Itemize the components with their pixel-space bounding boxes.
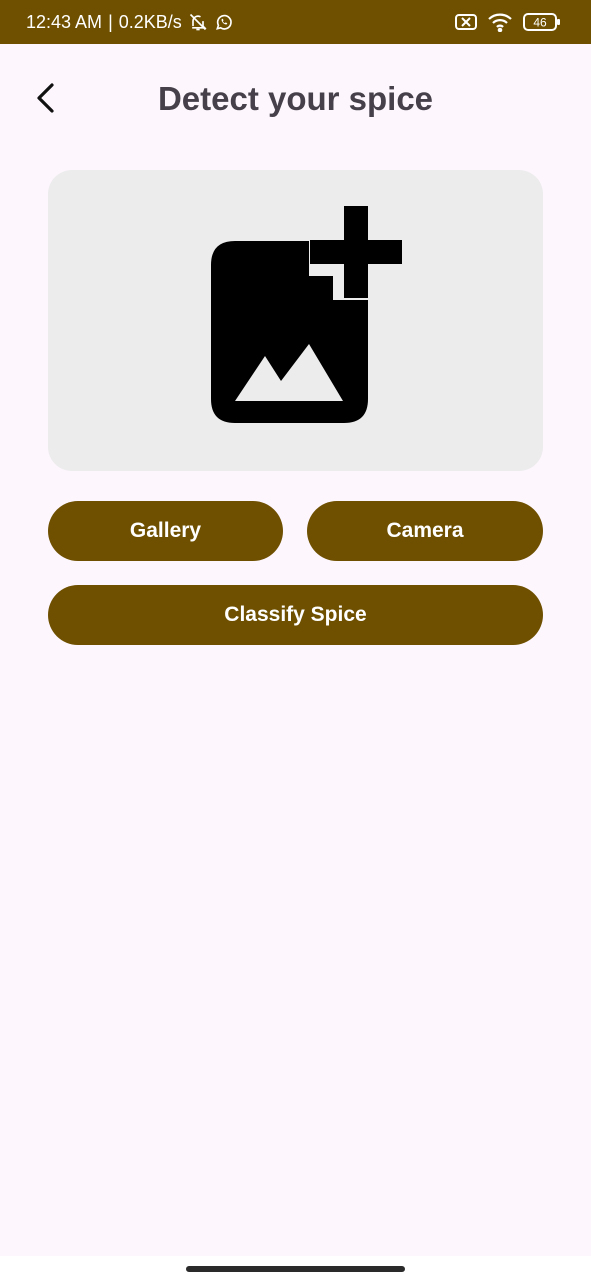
- image-picker-area[interactable]: [48, 170, 543, 471]
- status-separator: |: [108, 11, 113, 32]
- add-photo-icon: [210, 205, 402, 423]
- app-bar: Detect your spice: [0, 60, 591, 140]
- status-bar: 12:43 AM | 0.2KB/s 46: [0, 0, 591, 44]
- page-title: Detect your spice: [157, 80, 434, 117]
- status-network-speed: 0.2KB/s: [118, 11, 182, 32]
- battery-level: 46: [533, 16, 547, 30]
- status-time: 12:43 AM: [26, 11, 103, 32]
- bell-off-icon: [188, 12, 208, 32]
- whatsapp-icon: [214, 12, 234, 32]
- status-right: 46: [455, 12, 561, 32]
- classify-spice-button[interactable]: Classify Spice: [48, 585, 543, 645]
- gallery-button[interactable]: Gallery: [48, 501, 283, 561]
- home-indicator[interactable]: [186, 1266, 405, 1272]
- sim-blocked-icon: [455, 13, 477, 31]
- wifi-icon: [487, 12, 513, 32]
- camera-button[interactable]: Camera: [307, 501, 543, 561]
- battery-icon: 46: [523, 12, 561, 32]
- status-left: 12:43 AM | 0.2KB/s: [26, 12, 234, 33]
- navigation-bar: [0, 1256, 591, 1280]
